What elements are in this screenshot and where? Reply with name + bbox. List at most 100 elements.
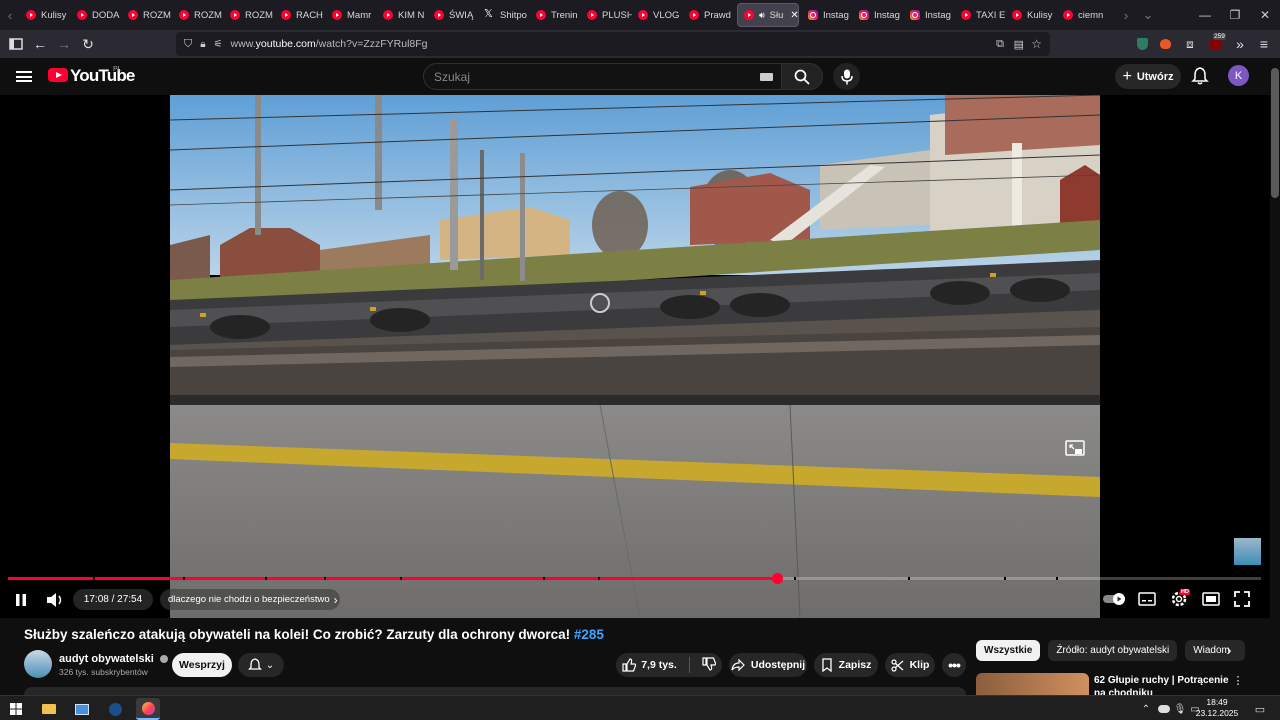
browser-tab[interactable]: ciemn: [1057, 0, 1108, 30]
voice-search-button[interactable]: [833, 63, 860, 90]
browser-tab[interactable]: Mamr: [326, 0, 377, 30]
like-button[interactable]: 7,9 tys.: [622, 658, 677, 672]
browser-tab[interactable]: Instag: [802, 0, 853, 30]
keyboard-icon[interactable]: [760, 73, 773, 81]
browser-tab[interactable]: Prawd: [683, 0, 734, 30]
subtitles-button[interactable]: [1136, 590, 1158, 608]
extensions-puzzle-icon[interactable]: ⧈: [1178, 32, 1202, 56]
browser-tab[interactable]: VLOG: [632, 0, 683, 30]
share-button[interactable]: Udostępnij: [729, 653, 807, 677]
lock-icon[interactable]: 🔒︎: [200, 39, 205, 50]
tab-scroll-left-icon[interactable]: ‹: [0, 0, 20, 30]
sidebar-toggle-icon[interactable]: [4, 32, 28, 56]
youtube-logo-icon[interactable]: [48, 68, 68, 82]
chapter-gap: [543, 577, 546, 580]
tab-audio-icon[interactable]: 🔊︎: [759, 10, 765, 21]
browser-tab[interactable]: Kulisy: [1006, 0, 1057, 30]
settings-button[interactable]: HD: [1168, 589, 1190, 609]
youtube-icon: [587, 10, 597, 20]
video-player[interactable]: [0, 95, 1270, 618]
chips-next-icon[interactable]: ›: [1218, 640, 1240, 661]
subscription-notification-button[interactable]: ⌄: [238, 653, 284, 677]
browser-tab[interactable]: DODA: [71, 0, 122, 30]
more-actions-button[interactable]: •••: [942, 653, 966, 677]
tab-scroll-right-icon[interactable]: ›: [1116, 0, 1136, 30]
description-box[interactable]: [24, 687, 966, 695]
extension-fox-icon[interactable]: [1153, 32, 1177, 56]
tab-close-icon[interactable]: ✕: [790, 10, 798, 21]
app-menu-icon[interactable]: ≡: [1252, 32, 1276, 56]
pause-button[interactable]: [11, 590, 31, 610]
browser-tab[interactable]: Trenin: [530, 0, 581, 30]
back-icon[interactable]: ←: [28, 32, 52, 56]
dislike-button[interactable]: [702, 656, 716, 674]
bookmark-star-icon[interactable]: ☆: [1031, 37, 1042, 51]
firefox-icon[interactable]: [136, 698, 160, 720]
search-input[interactable]: Szukaj: [423, 63, 781, 90]
browser-tab[interactable]: Shitpo: [479, 0, 530, 30]
mute-button[interactable]: [45, 589, 67, 611]
fullscreen-button[interactable]: [1232, 590, 1252, 608]
autoplay-toggle[interactable]: [1103, 592, 1127, 606]
remote-desktop-icon[interactable]: [70, 698, 94, 720]
youtube-icon: [536, 10, 546, 20]
hashtag-link[interactable]: #285: [574, 627, 604, 642]
extension-shield-icon[interactable]: [1130, 32, 1154, 56]
notifications-bell-icon[interactable]: [1190, 66, 1210, 86]
browser-tab[interactable]: RACH: [275, 0, 326, 30]
notification-center-icon[interactable]: ▭: [1248, 698, 1272, 720]
overflow-chevrons-icon[interactable]: »: [1228, 32, 1252, 56]
browser-tab[interactable]: 🔊︎ Słu ✕: [737, 3, 799, 27]
close-window-icon[interactable]: ✕: [1250, 0, 1280, 30]
restore-icon[interactable]: ❐: [1220, 0, 1250, 30]
scrollbar-thumb[interactable]: [1271, 68, 1279, 198]
browser-tab[interactable]: Instag: [904, 0, 955, 30]
browser-tab[interactable]: Instag: [853, 0, 904, 30]
related-video-thumbnail[interactable]: [976, 673, 1089, 695]
system-clock[interactable]: 18:49 23.12.2025: [1195, 697, 1239, 719]
search-button[interactable]: [781, 63, 823, 90]
create-label: Utwórz: [1136, 70, 1174, 83]
account-avatar[interactable]: K: [1228, 65, 1249, 86]
theater-mode-button[interactable]: [1200, 590, 1222, 608]
related-more-icon[interactable]: ⋮: [1232, 674, 1244, 690]
channel-avatar[interactable]: [24, 650, 52, 678]
chip-source-channel[interactable]: Źródło: audyt obywatelski: [1048, 640, 1178, 661]
picture-in-picture-icon[interactable]: ⧉: [996, 38, 1004, 51]
minimize-icon[interactable]: —: [1190, 0, 1220, 30]
browser-tab[interactable]: TAXI E: [955, 0, 1006, 30]
start-icon[interactable]: [4, 698, 28, 720]
youtube-logo-text[interactable]: YouTube: [70, 66, 135, 86]
chip-all[interactable]: Wszystkie: [976, 640, 1041, 661]
browser-tab[interactable]: ŚWIĄ: [428, 0, 479, 30]
miniplayer-icon[interactable]: [1065, 440, 1085, 456]
browser-tab[interactable]: ROZM: [173, 0, 224, 30]
video-frame[interactable]: [170, 95, 1100, 618]
tab-list-dropdown-icon[interactable]: ⌄: [1138, 0, 1158, 30]
permissions-icon[interactable]: ⚟: [214, 39, 223, 50]
browser-tab[interactable]: ROZM: [122, 0, 173, 30]
save-button[interactable]: Zapisz: [814, 653, 878, 677]
ublock-extension-icon[interactable]: 259: [1203, 32, 1227, 56]
forward-icon[interactable]: →: [52, 32, 76, 56]
progress-bar[interactable]: [8, 573, 1261, 584]
reload-icon[interactable]: ↻: [76, 32, 100, 56]
reader-view-icon[interactable]: ▤: [1014, 38, 1024, 51]
clip-button[interactable]: Klip: [885, 653, 935, 677]
channel-name[interactable]: audyt obywatelski: [59, 653, 168, 665]
browser-tab[interactable]: ROZM: [224, 0, 275, 30]
url-bar[interactable]: ⛉ 🔒︎ ⚟ www.youtube.com/watch?v=ZzzFYRul8…: [176, 32, 1050, 56]
support-button[interactable]: Wesprzyj: [172, 653, 232, 677]
create-button[interactable]: + Utwórz: [1115, 64, 1181, 89]
chapter-button[interactable]: dlaczego nie chodzi o bezpieczeństwo ›: [160, 589, 340, 610]
instagram-icon: [859, 10, 869, 20]
browser-tab[interactable]: KIM N: [377, 0, 428, 30]
shield-icon[interactable]: ⛉: [184, 38, 192, 51]
browser-tab[interactable]: Kulisy: [20, 0, 71, 30]
browser-tab[interactable]: PLUSH: [581, 0, 632, 30]
file-explorer-icon[interactable]: [37, 698, 61, 720]
related-video-title[interactable]: 62 Głupie ruchy | Potrącenie na chodniku: [1094, 674, 1234, 696]
steam-icon[interactable]: [103, 698, 127, 720]
guide-menu-icon[interactable]: [16, 71, 32, 82]
channel-watermark[interactable]: [1234, 538, 1261, 565]
